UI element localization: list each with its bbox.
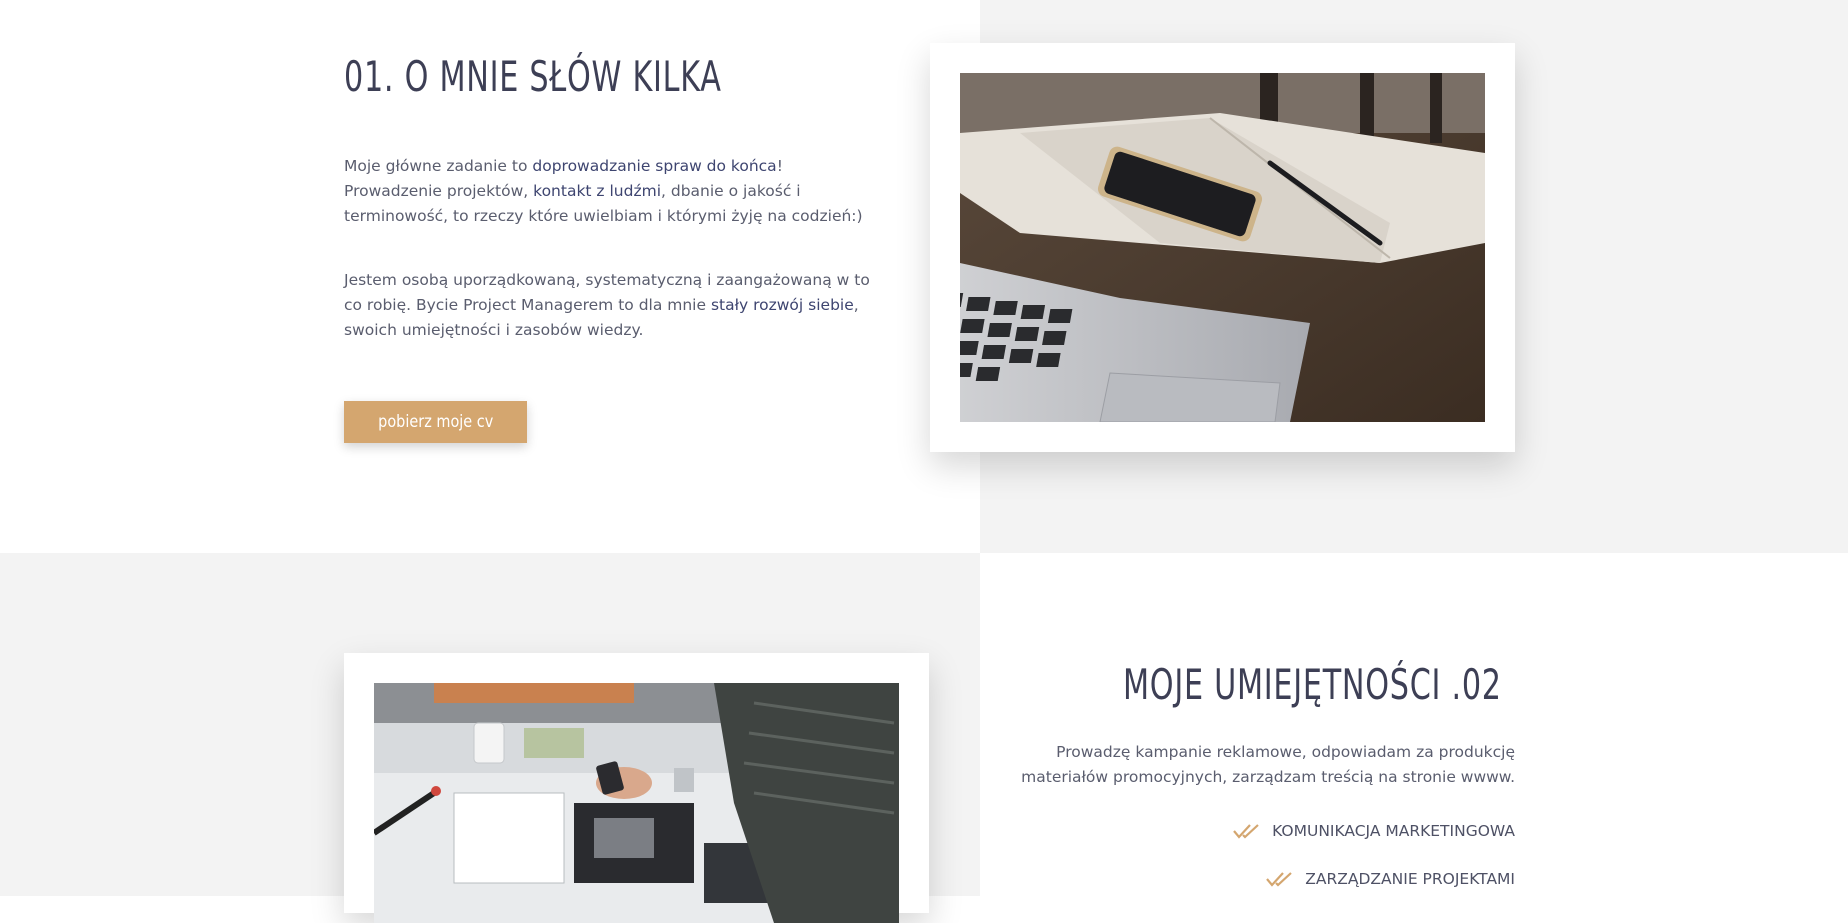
about-highlight: kontakt z ludźmi (533, 182, 662, 200)
skill-item: ZARZĄDZANIE PROJEKTAMI (1265, 870, 1515, 888)
skills-heading: MOJE UMIEJĘTNOŚCI .02 (1123, 660, 1502, 709)
about-highlight: doprowadzanie spraw do końca (532, 157, 777, 175)
double-check-icon (1266, 872, 1293, 887)
planning-photo (374, 683, 899, 923)
about-highlight: stały rozwój siebie (710, 296, 854, 314)
download-cv-button[interactable]: pobierz moje cv (344, 401, 527, 443)
download-cv-label: pobierz moje cv (377, 412, 494, 432)
about-heading: 01. O MNIE SŁÓW KILKA (344, 52, 722, 101)
skills-intro: Prowadzę kampanie reklamowe, odpowiadam … (1021, 743, 1515, 786)
about-photo-frame (930, 43, 1515, 452)
skills-photo-frame (344, 653, 929, 923)
workspace-photo (960, 73, 1485, 422)
skill-item: KOMUNIKACJA MARKETINGOWA (1232, 822, 1515, 840)
skill-label: ZARZĄDZANIE PROJEKTAMI (1305, 870, 1515, 888)
skills-section-bg (980, 553, 1848, 896)
skill-label: KOMUNIKACJA MARKETINGOWA (1272, 822, 1515, 840)
double-check-icon (1233, 824, 1259, 839)
about-text: Moje główne zadanie to (344, 157, 533, 175)
about-paragraph-2: Jestem osobą uporządkowaną, systematyczn… (344, 268, 884, 343)
about-paragraph-1: Moje główne zadanie to doprowadzanie spr… (344, 154, 874, 229)
